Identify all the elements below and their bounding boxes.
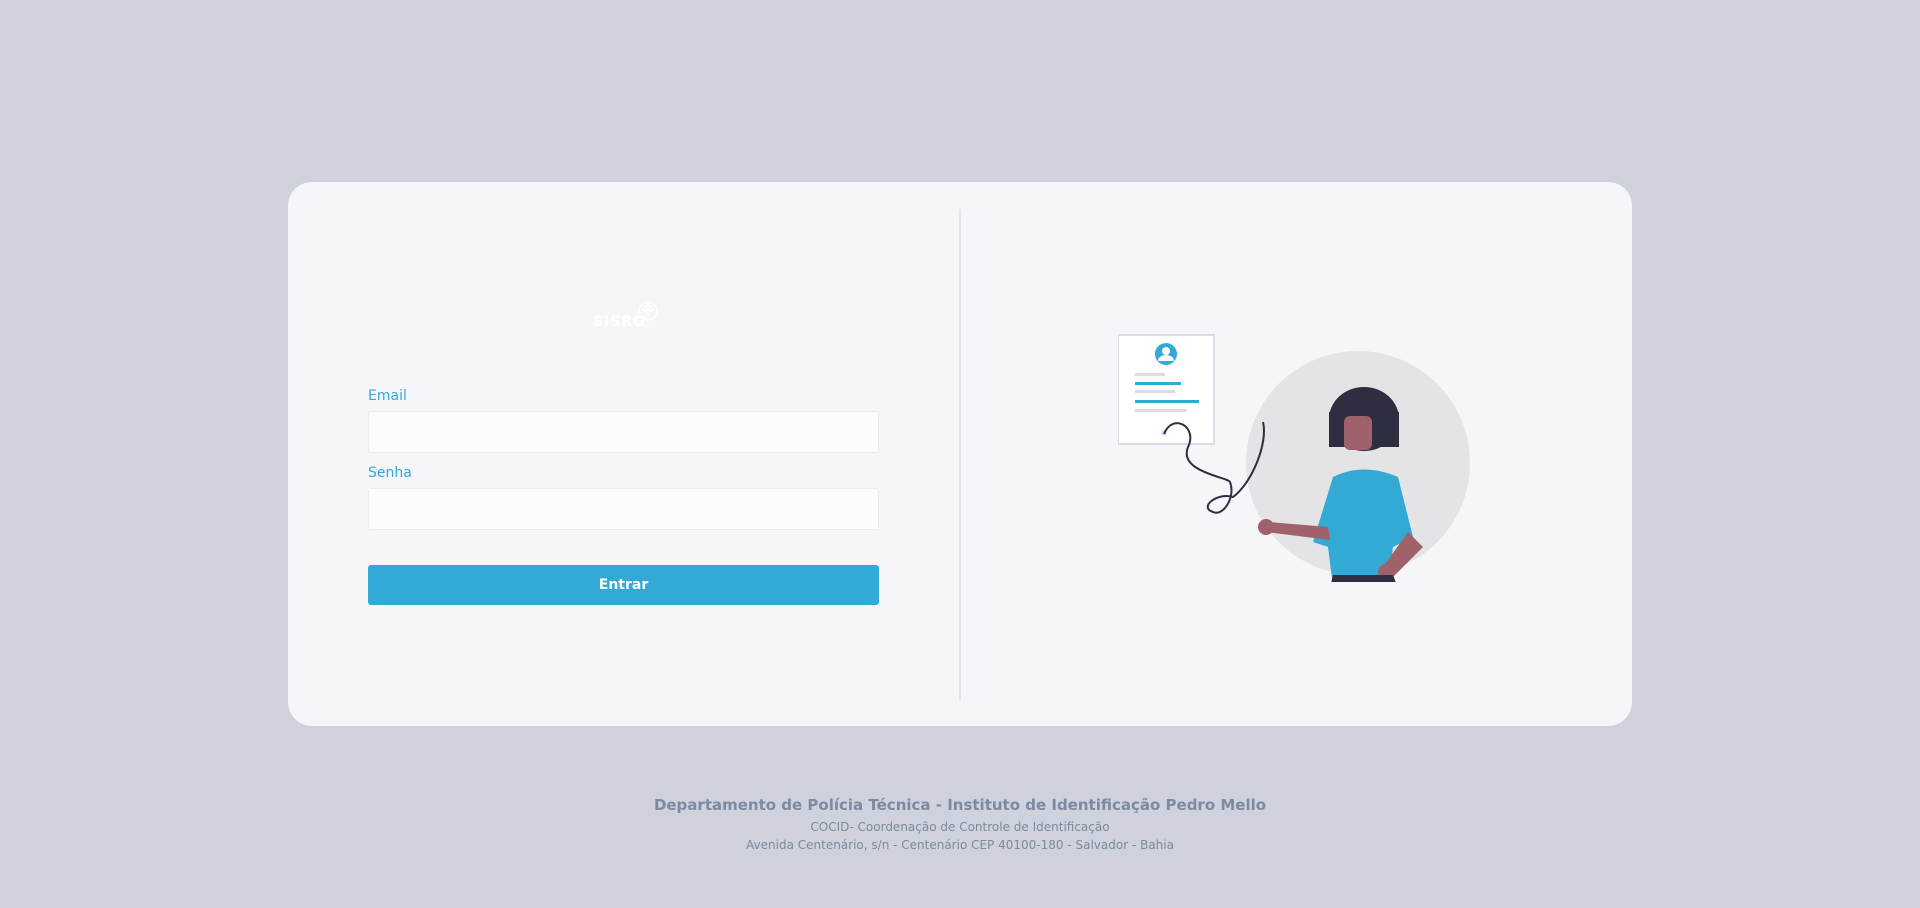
footer-line-address: Avenida Centenário, s/n - Centenário CEP…: [746, 838, 1174, 852]
login-card: SISRG Email Senha Entrar: [288, 182, 1632, 726]
email-label: Email: [368, 388, 407, 404]
email-field[interactable]: [368, 411, 879, 453]
logo: SISRG: [593, 300, 663, 336]
person-holding-document-illustration: [1118, 334, 1470, 582]
fingerprint-icon: [638, 301, 658, 321]
footer: Departamento de Polícia Técnica - Instit…: [0, 796, 1920, 854]
password-label: Senha: [368, 465, 412, 481]
footer-line-cocid: COCID- Coordenação de Controle de Identi…: [810, 820, 1110, 834]
login-button[interactable]: Entrar: [368, 565, 879, 605]
divider: [959, 209, 961, 701]
footer-title: Departamento de Polícia Técnica - Instit…: [653, 796, 1267, 814]
password-field[interactable]: [368, 488, 879, 530]
